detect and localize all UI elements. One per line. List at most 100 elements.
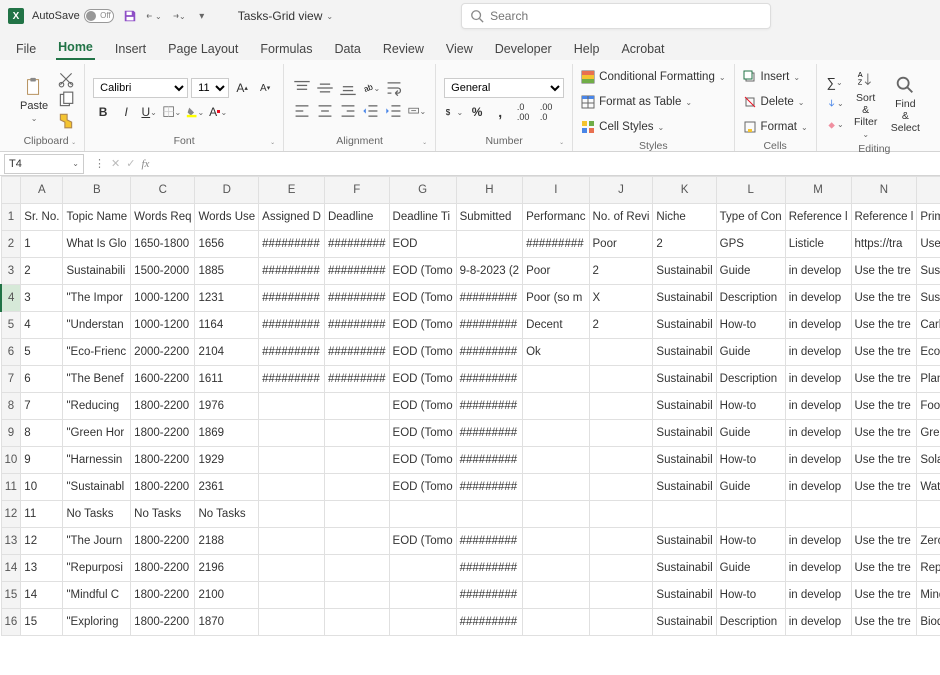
name-box[interactable]: T4⌄	[4, 154, 84, 174]
cell[interactable]: Sustainabil	[653, 447, 716, 474]
col-header-B[interactable]: B	[63, 177, 131, 204]
cell[interactable]: No Tasks	[63, 501, 131, 528]
cell[interactable]: Sustainabil	[653, 609, 716, 636]
cell[interactable]: in develop	[785, 582, 851, 609]
col-header-E[interactable]: E	[259, 177, 325, 204]
underline-icon[interactable]: U⌄	[139, 103, 159, 121]
cell[interactable]	[523, 393, 589, 420]
align-center-icon[interactable]	[315, 102, 335, 120]
cell[interactable]	[523, 447, 589, 474]
cell[interactable]: "Understan	[63, 312, 131, 339]
cell[interactable]	[523, 582, 589, 609]
cell[interactable]	[259, 393, 325, 420]
orientation-icon[interactable]: ab⌄	[361, 79, 381, 97]
cell[interactable]: #########	[324, 312, 389, 339]
cell[interactable]: 3	[21, 285, 63, 312]
cell[interactable]: 1800-2200	[131, 420, 195, 447]
cell[interactable]: 1800-2200	[131, 393, 195, 420]
clear-icon[interactable]: ⌄	[825, 116, 845, 134]
align-bottom-icon[interactable]	[338, 79, 358, 97]
align-left-icon[interactable]	[292, 102, 312, 120]
cell[interactable]: Sustainabil	[653, 474, 716, 501]
row-header[interactable]: 5	[1, 312, 21, 339]
row-header[interactable]: 12	[1, 501, 21, 528]
percent-format-icon[interactable]: %	[467, 103, 487, 121]
cell[interactable]: #########	[456, 555, 522, 582]
increase-decimal-icon[interactable]: .0.00	[513, 103, 533, 121]
cell[interactable]: in develop	[785, 339, 851, 366]
align-top-icon[interactable]	[292, 79, 312, 97]
cell[interactable]: Sustainabil	[653, 582, 716, 609]
cell[interactable]: EOD (Tomo	[389, 339, 456, 366]
fx-icon[interactable]: fx	[141, 158, 149, 170]
cell[interactable]: #########	[456, 447, 522, 474]
cell[interactable]: GPS	[716, 231, 785, 258]
cell[interactable]: EOD (Tomo	[389, 447, 456, 474]
cell[interactable]: Guide	[716, 420, 785, 447]
cell[interactable]: 1800-2200	[131, 555, 195, 582]
increase-font-icon[interactable]: A▴	[232, 79, 252, 97]
cell[interactable]	[917, 501, 940, 528]
cell[interactable]	[716, 501, 785, 528]
cell[interactable]: Guide	[716, 258, 785, 285]
cell[interactable]	[259, 582, 325, 609]
cell[interactable]: 8	[21, 420, 63, 447]
cell[interactable]: Food waste	[917, 393, 940, 420]
cell[interactable]: How-to	[716, 312, 785, 339]
cell[interactable]: #########	[259, 366, 325, 393]
cell[interactable]: 1976	[195, 393, 259, 420]
find-select-button[interactable]: Find & Select	[887, 66, 924, 141]
cell[interactable]: Use the tre	[851, 258, 917, 285]
cell[interactable]: 1500-2000	[131, 258, 195, 285]
cell[interactable]: 1600-2200	[131, 366, 195, 393]
cell[interactable]: 2	[653, 231, 716, 258]
cell[interactable]: #########	[324, 339, 389, 366]
row-header[interactable]: 2	[1, 231, 21, 258]
cell[interactable]	[456, 501, 522, 528]
cell[interactable]: Sr. No.	[21, 204, 63, 231]
fill-color-icon[interactable]: ⌄	[185, 103, 205, 121]
paste-button[interactable]: Paste⌄	[16, 66, 52, 133]
cell[interactable]: #########	[259, 258, 325, 285]
cell[interactable]: Green hom	[917, 420, 940, 447]
row-header[interactable]: 3	[1, 258, 21, 285]
cell[interactable]: "Reducing	[63, 393, 131, 420]
increase-indent-icon[interactable]	[384, 102, 404, 120]
cell[interactable]: Mindful co	[917, 582, 940, 609]
col-header-F[interactable]: F	[324, 177, 389, 204]
cell[interactable]: Sustainabil	[653, 258, 716, 285]
cell[interactable]: #########	[324, 258, 389, 285]
cell[interactable]: Eco-friendl	[917, 339, 940, 366]
cell[interactable]	[589, 339, 653, 366]
col-header-O[interactable]: O	[917, 177, 940, 204]
cell[interactable]: 2100	[195, 582, 259, 609]
delete-cells-button[interactable]: Delete ⌄	[743, 91, 808, 113]
font-color-icon[interactable]: A⌄	[208, 103, 228, 121]
tab-home[interactable]: Home	[56, 36, 95, 60]
cell[interactable]: How-to	[716, 528, 785, 555]
col-header-L[interactable]: L	[716, 177, 785, 204]
cell[interactable]: Use the tre	[851, 366, 917, 393]
cell[interactable]	[589, 366, 653, 393]
col-header-G[interactable]: G	[389, 177, 456, 204]
cell[interactable]: Use the tre	[851, 285, 917, 312]
cell[interactable]: Performanc	[523, 204, 589, 231]
col-header-H[interactable]: H	[456, 177, 522, 204]
tab-review[interactable]: Review	[381, 38, 426, 60]
tab-developer[interactable]: Developer	[493, 38, 554, 60]
cell[interactable]: #########	[259, 231, 325, 258]
cell[interactable]: #########	[456, 312, 522, 339]
cell[interactable]: Use the tre	[851, 339, 917, 366]
cell[interactable]	[523, 528, 589, 555]
cell[interactable]: 10	[21, 474, 63, 501]
cell[interactable]: in develop	[785, 474, 851, 501]
cell[interactable]: "Green Hor	[63, 420, 131, 447]
cell[interactable]	[259, 501, 325, 528]
cell[interactable]: Primay Key	[917, 204, 940, 231]
cell[interactable]: #########	[456, 285, 522, 312]
sort-filter-button[interactable]: AZ Sort & Filter⌄	[849, 66, 883, 141]
cell[interactable]: Solar energ	[917, 447, 940, 474]
tab-file[interactable]: File	[14, 38, 38, 60]
cell[interactable]: Words Use	[195, 204, 259, 231]
cell[interactable]: Sustainabil	[653, 420, 716, 447]
